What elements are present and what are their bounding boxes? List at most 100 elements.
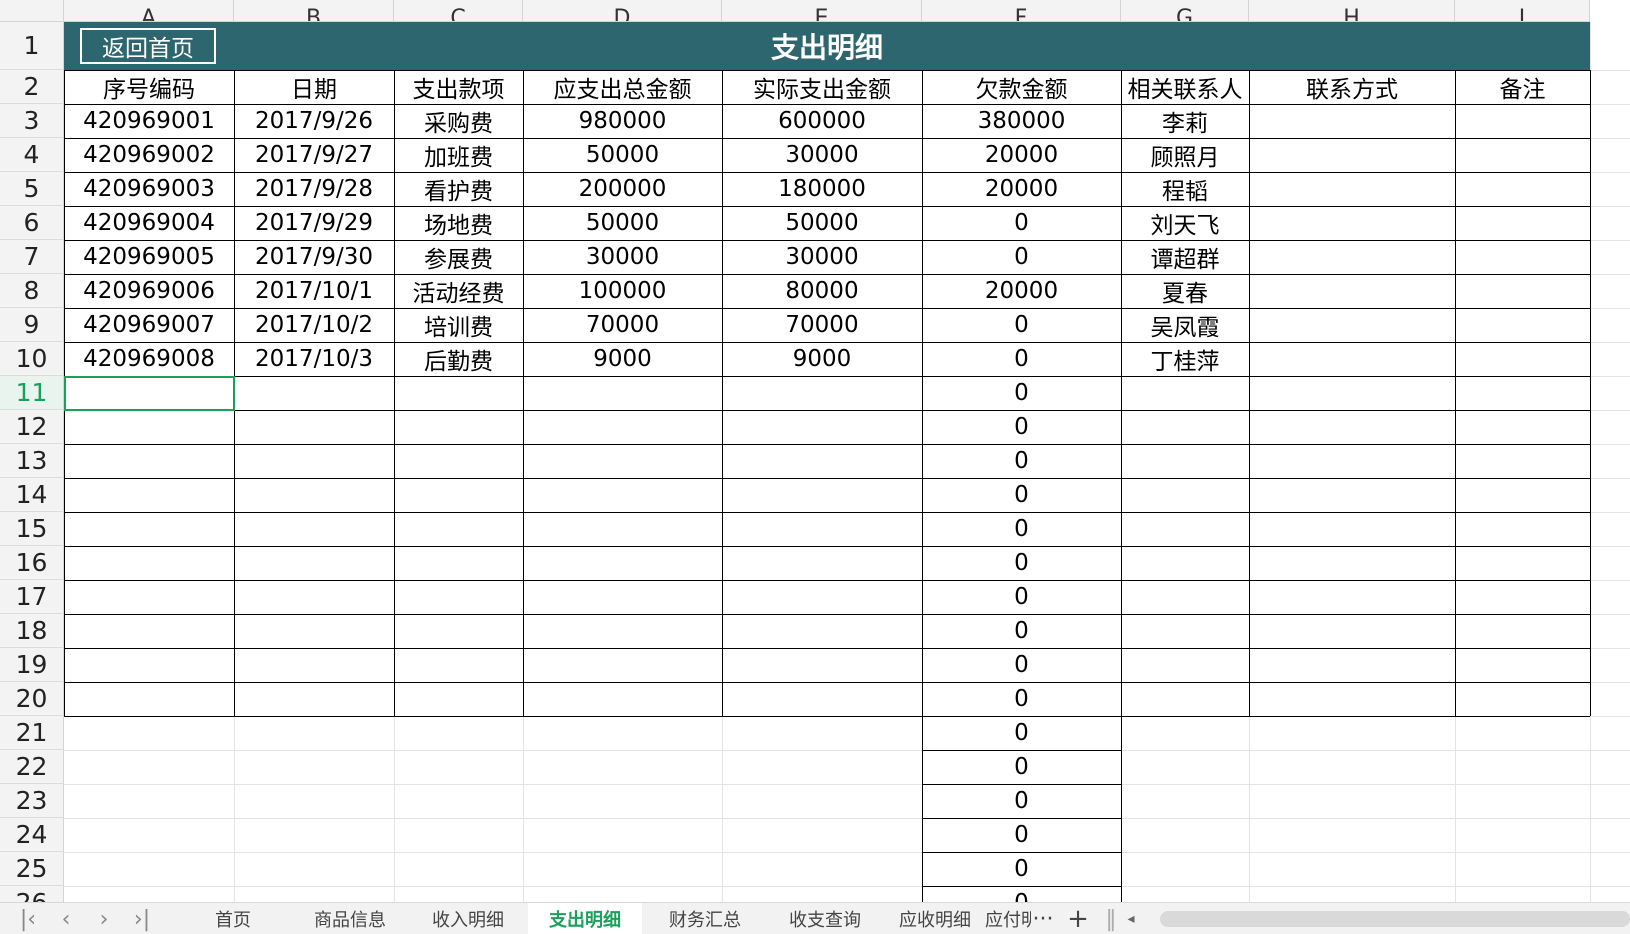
row-header-8[interactable]: 8 [0,274,64,308]
table-cell[interactable]: 0 [922,580,1121,614]
table-cell[interactable] [1455,104,1590,138]
row-header-6[interactable]: 6 [0,206,64,240]
back-to-home-button[interactable]: 返回首页 [80,28,216,64]
table-cell[interactable]: 程韬 [1121,172,1249,206]
sheet-tab[interactable]: 支出明细 [528,903,642,934]
table-cell[interactable] [1249,104,1455,138]
row-header-19[interactable]: 19 [0,648,64,682]
table-cell[interactable]: 场地费 [394,206,523,240]
sheet-tab[interactable]: 应收明细 [887,903,983,934]
table-cell[interactable] [1455,274,1590,308]
table-cell[interactable]: 2017/9/28 [234,172,394,206]
table-cell[interactable]: 0 [922,512,1121,546]
table-cell[interactable]: 70000 [523,308,722,342]
table-cell[interactable]: 600000 [722,104,922,138]
table-cell[interactable]: 0 [922,206,1121,240]
table-cell[interactable]: 0 [922,716,1121,750]
table-cell[interactable]: 0 [922,682,1121,716]
table-cell[interactable]: 培训费 [394,308,523,342]
row-header-1[interactable]: 1 [0,22,64,70]
row-header-15[interactable]: 15 [0,512,64,546]
table-cell[interactable] [1249,342,1455,376]
table-cell[interactable]: 0 [922,342,1121,376]
table-cell[interactable]: 加班费 [394,138,523,172]
table-cell[interactable]: 0 [922,750,1121,784]
table-cell[interactable]: 200000 [523,172,722,206]
table-cell[interactable]: 0 [922,852,1121,886]
table-cell[interactable]: 420969007 [64,308,234,342]
horizontal-scrollbar[interactable] [1160,911,1630,927]
last-sheet-icon[interactable]: ›| [128,905,156,933]
table-cell[interactable]: 420969004 [64,206,234,240]
column-header-f[interactable]: F [922,0,1121,22]
table-cell[interactable]: 420969005 [64,240,234,274]
table-cell[interactable]: 9000 [722,342,922,376]
table-cell[interactable]: 参展费 [394,240,523,274]
select-all-corner[interactable] [0,0,64,22]
table-cell[interactable]: 0 [922,410,1121,444]
row-header-16[interactable]: 16 [0,546,64,580]
table-cell[interactable]: 夏春 [1121,274,1249,308]
table-cell[interactable] [1455,206,1590,240]
row-header-9[interactable]: 9 [0,308,64,342]
add-sheet-button[interactable]: + [1064,904,1092,934]
table-cell[interactable] [1455,342,1590,376]
table-cell[interactable]: 2017/10/2 [234,308,394,342]
column-header-c[interactable]: C [394,0,523,22]
next-sheet-icon[interactable]: › [90,905,118,933]
table-cell[interactable]: 李莉 [1121,104,1249,138]
table-cell[interactable]: 2017/9/27 [234,138,394,172]
table-cell[interactable]: 420969003 [64,172,234,206]
row-header-14[interactable]: 14 [0,478,64,512]
column-header-b[interactable]: B [234,0,394,22]
column-header-h[interactable]: H [1249,0,1455,22]
table-cell[interactable]: 30000 [722,240,922,274]
row-header-3[interactable]: 3 [0,104,64,138]
table-cell[interactable]: 420969002 [64,138,234,172]
row-header-5[interactable]: 5 [0,172,64,206]
table-cell[interactable]: 0 [922,376,1121,410]
column-header-e[interactable]: E [722,0,922,22]
column-header-i[interactable]: I [1455,0,1590,22]
table-cell[interactable]: 0 [922,614,1121,648]
table-cell[interactable]: 980000 [523,104,722,138]
row-header-12[interactable]: 12 [0,410,64,444]
selected-cell[interactable] [64,376,235,411]
scroll-left-icon[interactable]: ◂ [1124,905,1138,933]
table-cell[interactable]: 2017/9/26 [234,104,394,138]
table-cell[interactable] [1249,240,1455,274]
sheet-tab[interactable]: 财务汇总 [647,903,763,934]
table-cell[interactable] [1249,138,1455,172]
table-cell[interactable] [1455,240,1590,274]
row-header-11[interactable]: 11 [0,376,64,410]
table-cell[interactable]: 0 [922,648,1121,682]
table-cell[interactable]: 丁桂萍 [1121,342,1249,376]
table-cell[interactable]: 看护费 [394,172,523,206]
table-cell[interactable] [1455,172,1590,206]
more-tabs-button[interactable]: ··· [1025,905,1061,933]
row-header-13[interactable]: 13 [0,444,64,478]
table-cell[interactable]: 后勤费 [394,342,523,376]
row-header-17[interactable]: 17 [0,580,64,614]
table-cell[interactable]: 100000 [523,274,722,308]
prev-sheet-icon[interactable]: ‹ [52,905,80,933]
table-cell[interactable]: 2017/9/29 [234,206,394,240]
table-cell[interactable]: 50000 [523,138,722,172]
column-header-d[interactable]: D [523,0,722,22]
column-header-g[interactable]: G [1121,0,1249,22]
sheet-tab[interactable]: 商品信息 [292,903,408,934]
sheet-tab[interactable]: 收支查询 [767,903,883,934]
table-cell[interactable]: 谭超群 [1121,240,1249,274]
row-header-2[interactable]: 2 [0,70,64,104]
table-cell[interactable] [1455,138,1590,172]
table-cell[interactable]: 380000 [922,104,1121,138]
table-cell[interactable]: 0 [922,240,1121,274]
row-header-7[interactable]: 7 [0,240,64,274]
table-cell[interactable] [1455,308,1590,342]
table-cell[interactable]: 20000 [922,274,1121,308]
table-cell[interactable]: 2017/9/30 [234,240,394,274]
table-cell[interactable] [1249,172,1455,206]
table-cell[interactable]: 30000 [523,240,722,274]
column-header-a[interactable]: A [64,0,234,22]
row-header-4[interactable]: 4 [0,138,64,172]
